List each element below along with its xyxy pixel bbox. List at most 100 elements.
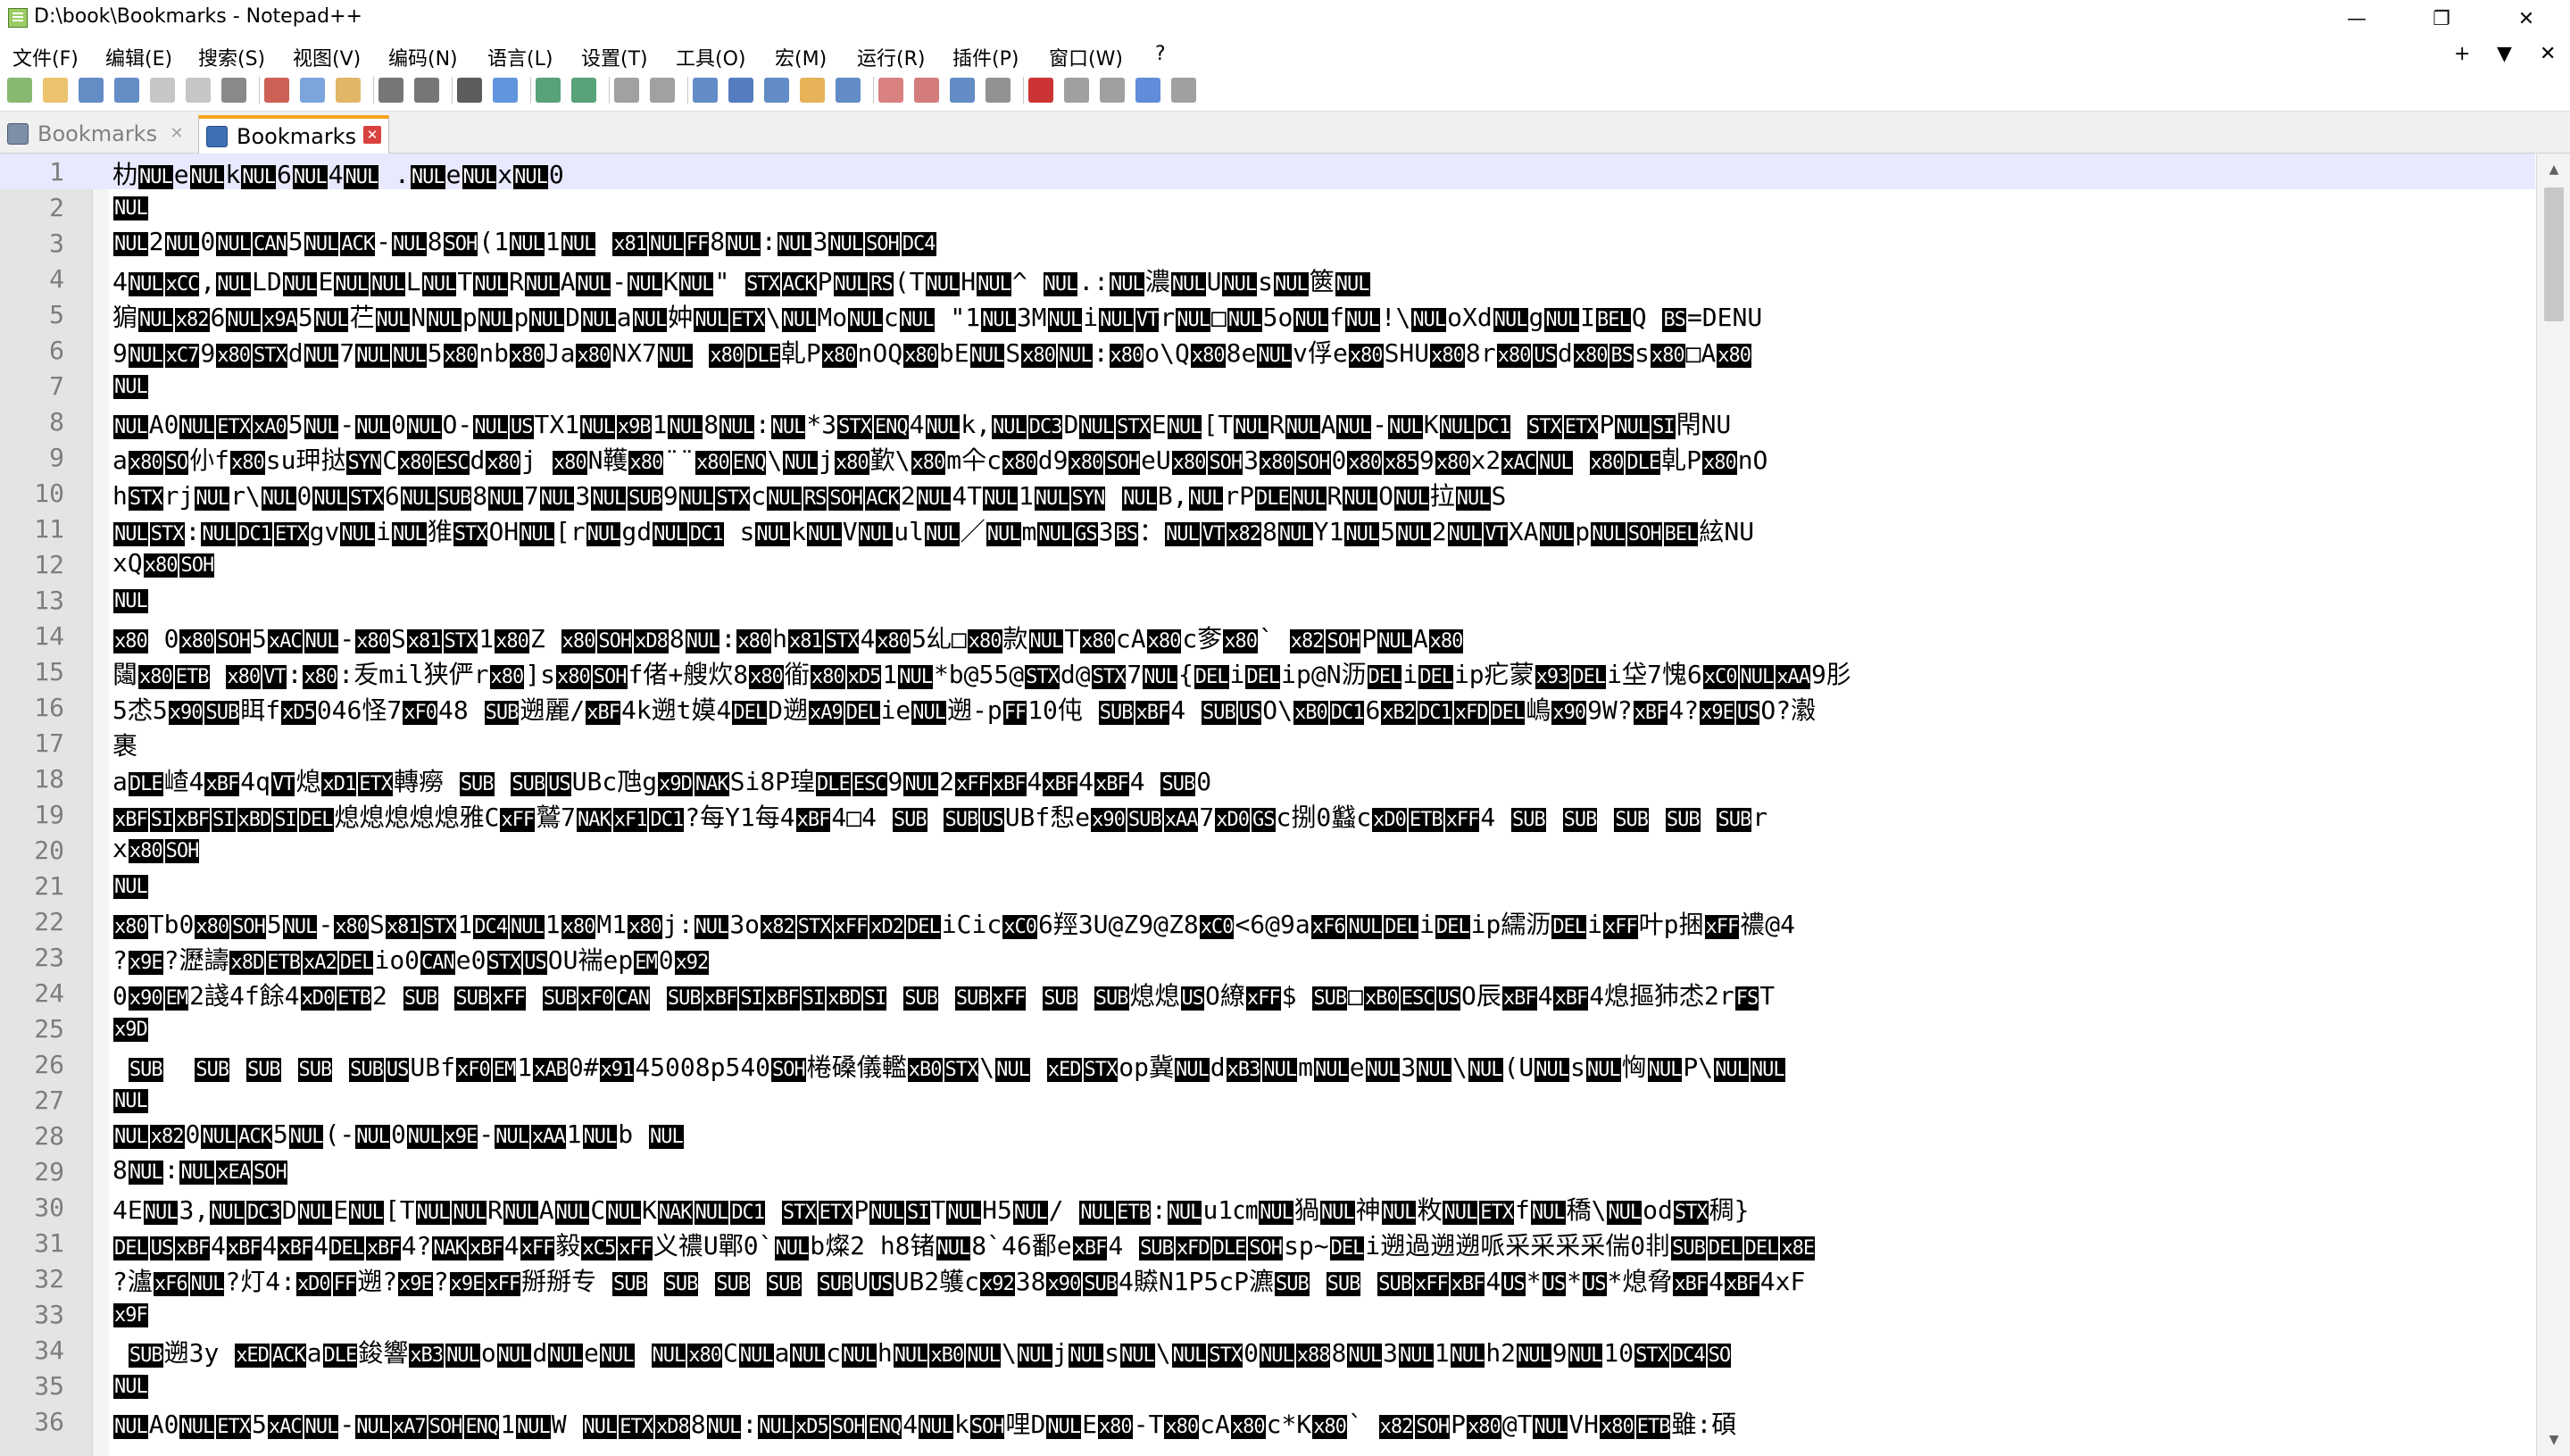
close-icon[interactable]	[150, 78, 175, 103]
line-text[interactable]: 4NUL xCC,NULLDNULENUL NULLNULTNULRNULANUL-…	[112, 262, 1371, 298]
run-macro-multiple-icon[interactable]	[1135, 78, 1160, 103]
print-icon[interactable]	[221, 78, 246, 103]
show-all-chars-icon[interactable]	[728, 78, 753, 103]
line-text[interactable]: NUL	[112, 1084, 149, 1113]
line-text[interactable]: NUL	[112, 584, 149, 613]
line-text[interactable]: DEL US xBF4xBF4xBF4DEL xBF4?NAK xBF4xFF毅xC5 x…	[112, 1227, 1816, 1262]
zoom-in-icon[interactable]	[536, 78, 561, 103]
line-text[interactable]: SUB SUB SUB SUB SUB USUBfxF0 EM1xAB0#x9145…	[112, 1048, 1786, 1084]
open-file-icon[interactable]	[43, 78, 68, 103]
undo-icon[interactable]	[378, 78, 403, 103]
tab-list-icon[interactable]: ▼	[2497, 43, 2512, 65]
sync-vertical-icon[interactable]	[614, 78, 639, 103]
doc-map-icon[interactable]	[800, 78, 825, 103]
menu-item-7[interactable]: 工具(O)	[676, 43, 745, 71]
replace-icon[interactable]	[493, 78, 518, 103]
redo-icon[interactable]	[414, 78, 439, 103]
line-text[interactable]: xx80 SOH	[112, 834, 200, 863]
line-text[interactable]: 闧x80 ETB x80 VT:x80:叐mil狭俨rx80]sx80 SOHf偖+艘…	[112, 655, 1851, 691]
indent-guide-icon[interactable]	[764, 78, 789, 103]
tab-close-icon[interactable]: ✕	[363, 126, 381, 144]
line-text[interactable]: NUL STX:NUL DC1 ETXgvNULiNUL猚STXOHNUL[rNULg…	[112, 512, 1754, 548]
line-text[interactable]: aDLE嵖4xBF4qVT熄xD1 ETX轉癆 SUB SUB USUBc虺gx9D…	[112, 762, 1211, 798]
word-wrap-icon[interactable]	[693, 78, 718, 103]
line-text[interactable]: ax80 SO仦fx80su玾挞SYNCx80 ESCdx80j x80N韄x80¨…	[112, 441, 1767, 477]
line-text[interactable]: 8NUL:NUL xEA SOH	[112, 1155, 288, 1185]
line-text[interactable]: xQx80 SOH	[112, 548, 215, 578]
tab-bookmarks-active[interactable]: Bookmarks ✕	[198, 115, 389, 154]
line-text[interactable]: NULA0NUL ETX5xAC NUL-NUL xA7 SOH ENQ1NULW NUL…	[112, 1405, 1736, 1441]
close-document-icon[interactable]: ✕	[2540, 43, 2556, 65]
user-defined-lang-icon[interactable]	[950, 78, 975, 103]
line-text[interactable]: x9F	[112, 1298, 149, 1327]
line-text[interactable]: 朸NULeNULkNUL6NUL4NUL .NULeNULxNUL0	[112, 155, 564, 191]
minimize-button[interactable]: —	[2316, 0, 2398, 37]
menu-item-0[interactable]: 文件(F)	[12, 43, 79, 71]
editor-pane[interactable]: 1 朸NULeNULkNUL6NUL4NUL .NULeNULxNUL0 2 NUL 3…	[0, 154, 2570, 1456]
tab-bookmarks-inactive[interactable]: Bookmarks ✕	[0, 116, 194, 152]
menu-item-9[interactable]: 运行(R)	[857, 43, 925, 71]
paste-icon[interactable]	[336, 78, 361, 103]
line-text[interactable]: SUB遡3y xED ACKaDLE鋑響xB3 NULoNULdNULeNUL NU…	[112, 1334, 1732, 1369]
line-text[interactable]: x80Tb0x80 SOH5NUL-x80Sx81 STX1DC4 NUL1x80M1…	[112, 905, 1795, 941]
line-text[interactable]: xBF SI xBF SI xBD SI DEL熄熄熄熄熄雅CxFF鷲7NAK xF1 DC1?…	[112, 798, 1767, 834]
monitor-icon[interactable]	[914, 78, 939, 103]
cut-icon[interactable]	[264, 78, 289, 103]
control-char-badge: x80	[486, 451, 521, 475]
menu-item-10[interactable]: 插件(P)	[952, 43, 1019, 71]
close-all-icon[interactable]	[186, 78, 211, 103]
copy-icon[interactable]	[300, 78, 325, 103]
line-text[interactable]: NUL	[112, 869, 149, 899]
line-text[interactable]: ?x9E?瀝譸x8D ETB xA2 DELio0CANe0STX USOU褍epEM0…	[112, 941, 710, 977]
control-char-badge: x80	[1021, 344, 1056, 368]
tab-close-icon[interactable]: ✕	[167, 123, 187, 143]
vertical-scrollbar[interactable]: ▲ ▼	[2536, 154, 2570, 1456]
control-char-badge: NUL	[1069, 1344, 1104, 1368]
clipboard-history-icon[interactable]	[986, 78, 1011, 103]
line-text[interactable]: NUL	[112, 370, 149, 399]
line-text[interactable]: NULA0NUL ETX xA05NUL-NUL0NULO-NUL USTX1NUL x…	[112, 405, 1731, 441]
menu-item-4[interactable]: 编码(N)	[388, 43, 458, 71]
line-text[interactable]: 9NUL xC79x80 STXdNUL7NUL NUL5x80nbx80Jax80N…	[112, 334, 1752, 370]
line-text[interactable]: NUL	[112, 1369, 149, 1399]
find-icon[interactable]	[457, 78, 482, 103]
line-text[interactable]: x9D	[112, 1012, 149, 1042]
save-macro-icon[interactable]	[1171, 78, 1196, 103]
zoom-out-icon[interactable]	[571, 78, 596, 103]
menu-item-3[interactable]: 视图(V)	[293, 43, 361, 71]
scroll-down-icon[interactable]: ▼	[2537, 1424, 2570, 1456]
line-text[interactable]: NUL	[112, 191, 149, 220]
scroll-up-icon[interactable]: ▲	[2537, 154, 2570, 186]
menu-item-8[interactable]: 宏(M)	[775, 43, 827, 71]
menu-item-2[interactable]: 搜索(S)	[198, 43, 265, 71]
line-text[interactable]: ?瀘xF6 NUL?灯4:xD0 FF遡?x9E?x9E xFF掰掰专 SUB SUB…	[112, 1262, 1805, 1298]
line-text[interactable]: hSTXrjNULr\NUL0NUL STX6NUL SUB8NUL7NUL3NUL…	[112, 477, 1506, 512]
sync-horizontal-icon[interactable]	[650, 78, 675, 103]
line-text[interactable]: NUL x820NUL ACK5NUL(-NUL0NUL x9E-NUL xAA1NUL…	[112, 1119, 685, 1149]
line-text[interactable]: x80 0x80 SOH5xAC NUL-x80Sx81 STX1x80Z x80 SO…	[112, 620, 1464, 655]
new-file-icon[interactable]	[7, 78, 32, 103]
scrollbar-thumb[interactable]	[2544, 187, 2564, 321]
save-all-icon[interactable]	[114, 78, 139, 103]
line-text[interactable]: 0x90 EM2諓4f餘4xD0 ETB2 SUB SUB xFF SUB xF0 CAN…	[112, 977, 1775, 1012]
folder-workspace-icon[interactable]	[878, 78, 903, 103]
stop-macro-icon[interactable]	[1064, 78, 1089, 103]
line-text[interactable]: 4ENUL3,NUL DC3DNULENUL[TNUL NULRNULANULCNU…	[112, 1191, 1750, 1227]
line-text[interactable]: 猏NUL x826NUL x9A5NUL芢NULNNULpNULpNULDNULaN…	[112, 298, 1762, 334]
control-char-badge: NUL	[648, 1125, 684, 1149]
line-text[interactable]: NUL2NUL0NUL CAN5NUL ACK-NUL8SOH(1NUL1NUL x…	[112, 227, 937, 256]
line-text[interactable]: 5怸5x90 SUB眲fxD5046怪7xF048 SUB遡麗/xBF4k遡t嫫4…	[112, 691, 1816, 727]
function-list-icon[interactable]	[836, 78, 861, 103]
menu-item-1[interactable]: 编辑(E)	[105, 43, 172, 71]
save-icon[interactable]	[79, 78, 104, 103]
menu-item-5[interactable]: 语言(L)	[487, 43, 553, 71]
record-macro-icon[interactable]	[1028, 78, 1053, 103]
menu-item-11[interactable]: 窗口(W)	[1049, 43, 1123, 71]
line-text[interactable]: 裹	[112, 727, 137, 762]
close-button[interactable]: ✕	[2485, 0, 2567, 37]
menu-item-6[interactable]: 设置(T)	[581, 43, 648, 71]
new-tab-icon[interactable]: +	[2454, 43, 2470, 65]
menu-item-12[interactable]: ?	[1155, 43, 1166, 65]
play-macro-icon[interactable]	[1100, 78, 1125, 103]
restore-button[interactable]: ❐	[2400, 0, 2483, 37]
